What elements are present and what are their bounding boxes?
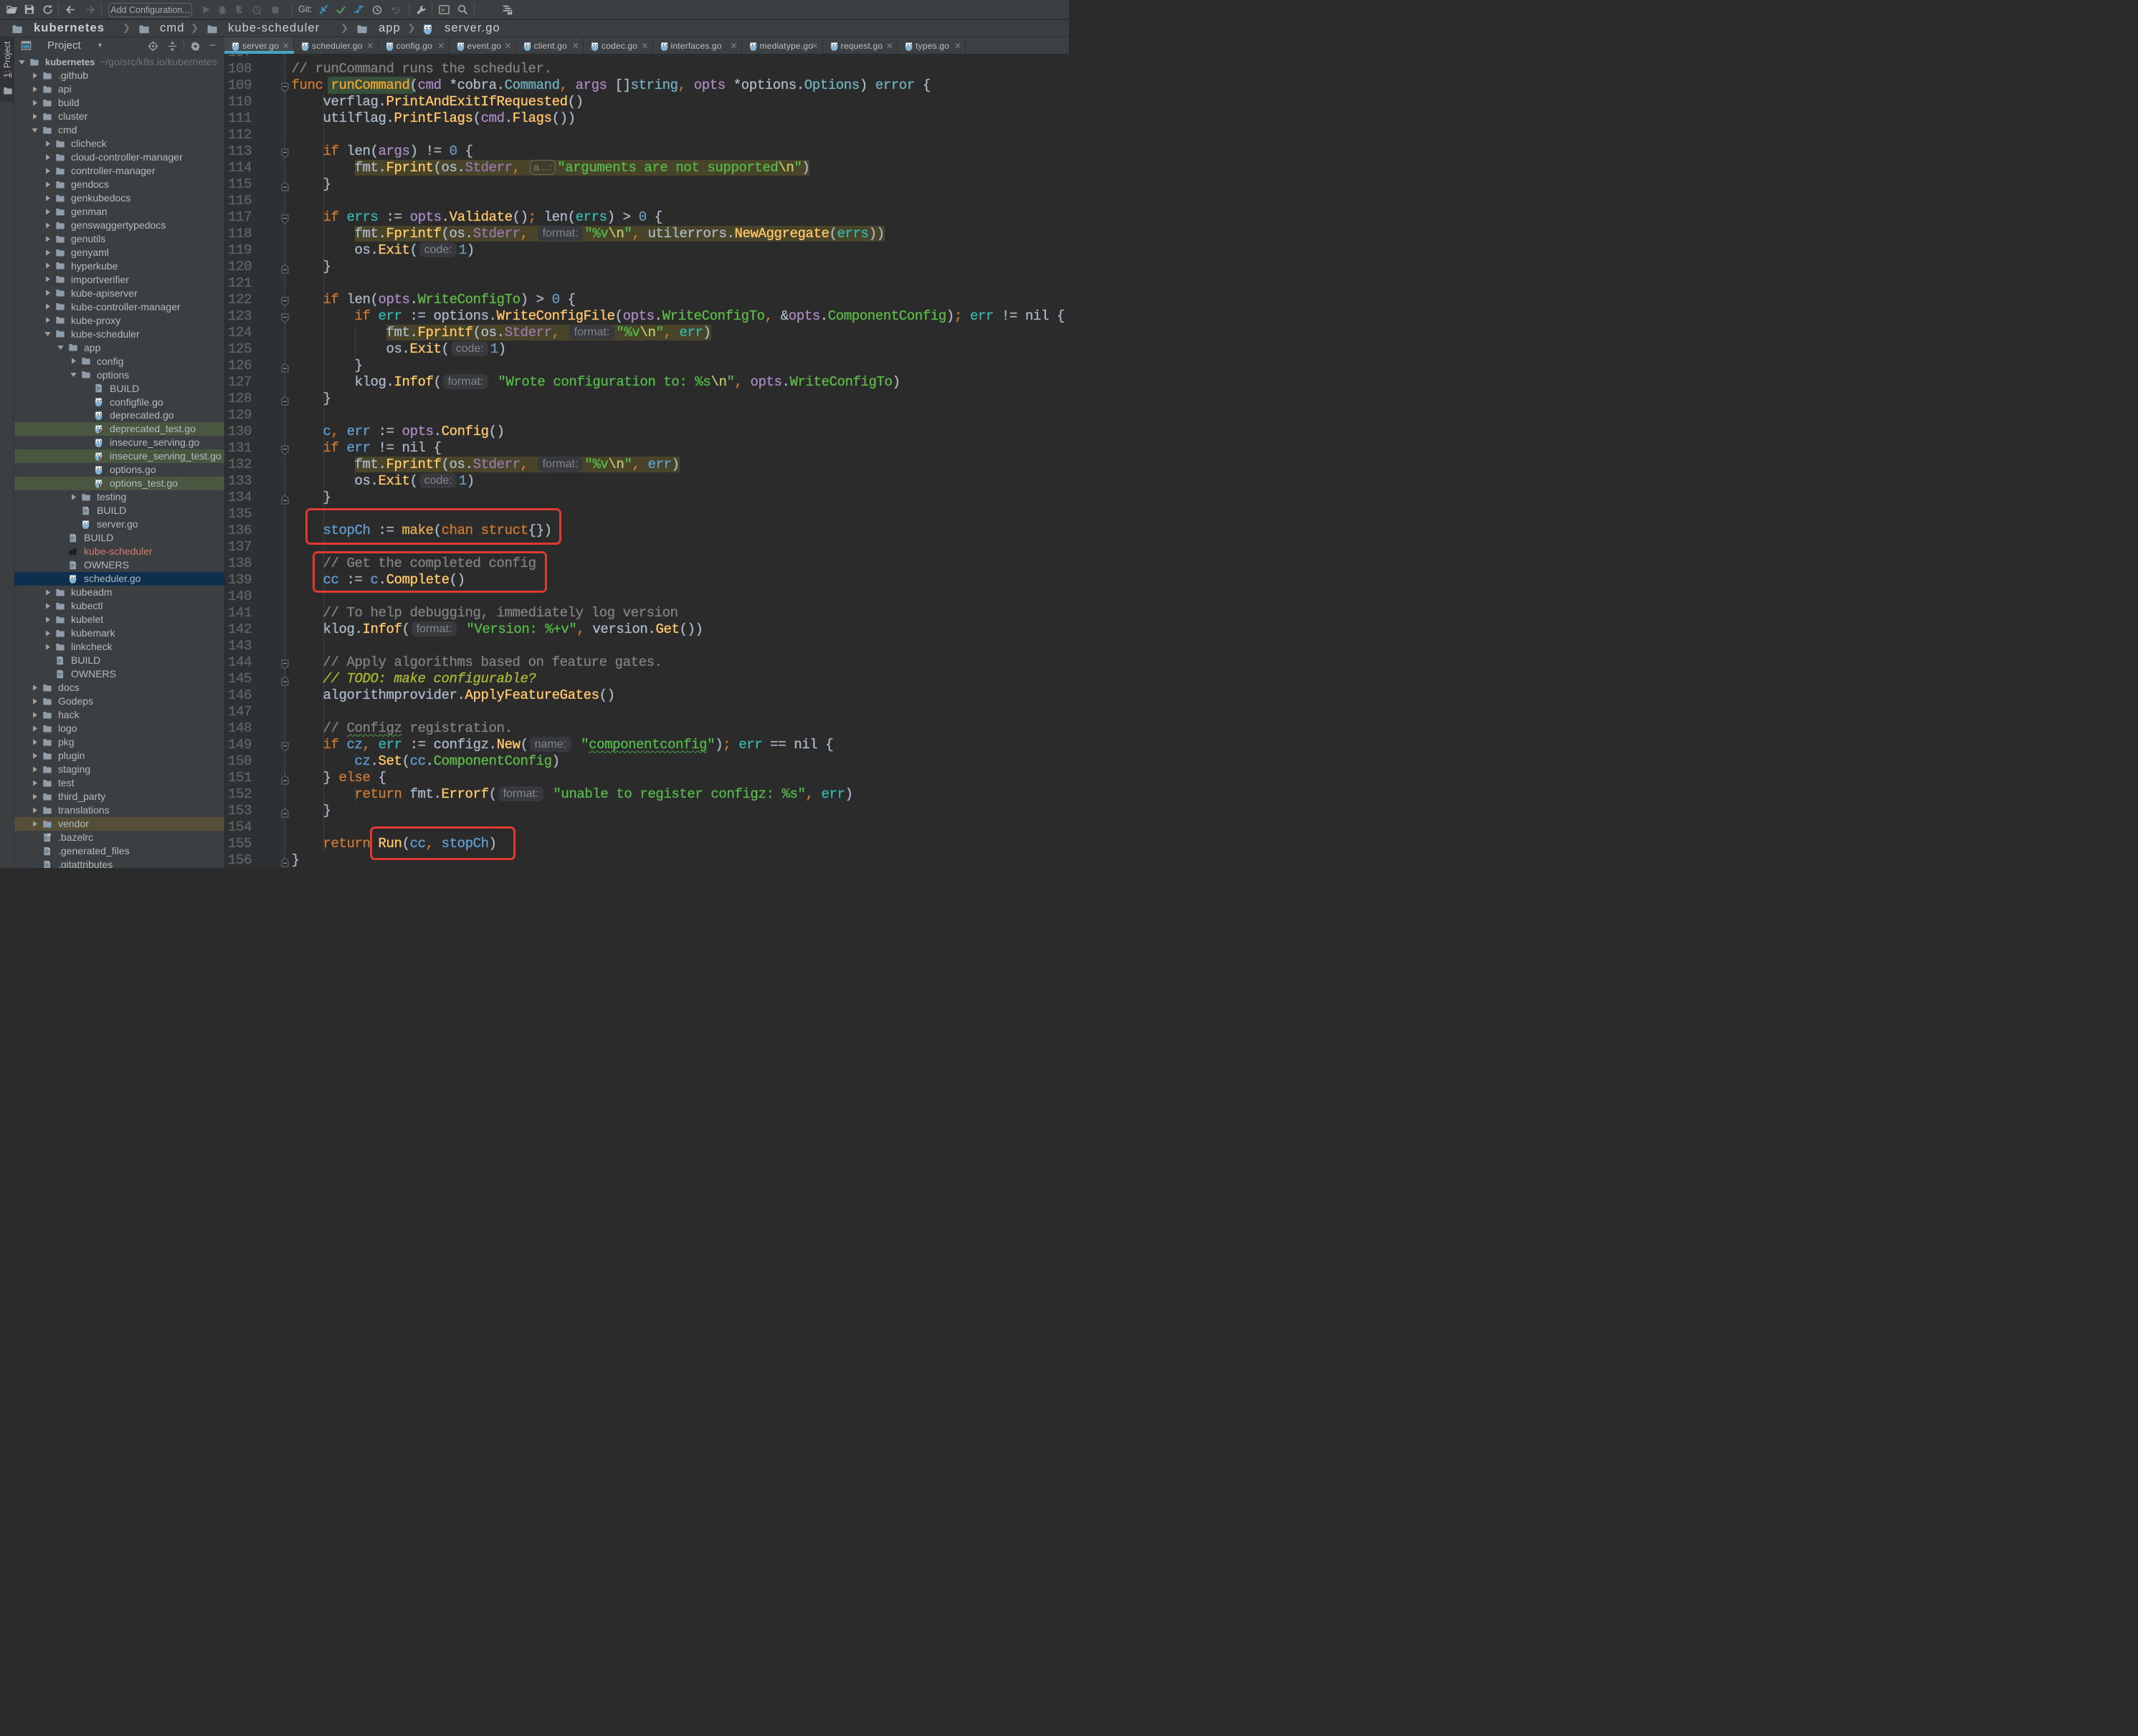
svg-text:v: v [47,823,51,829]
